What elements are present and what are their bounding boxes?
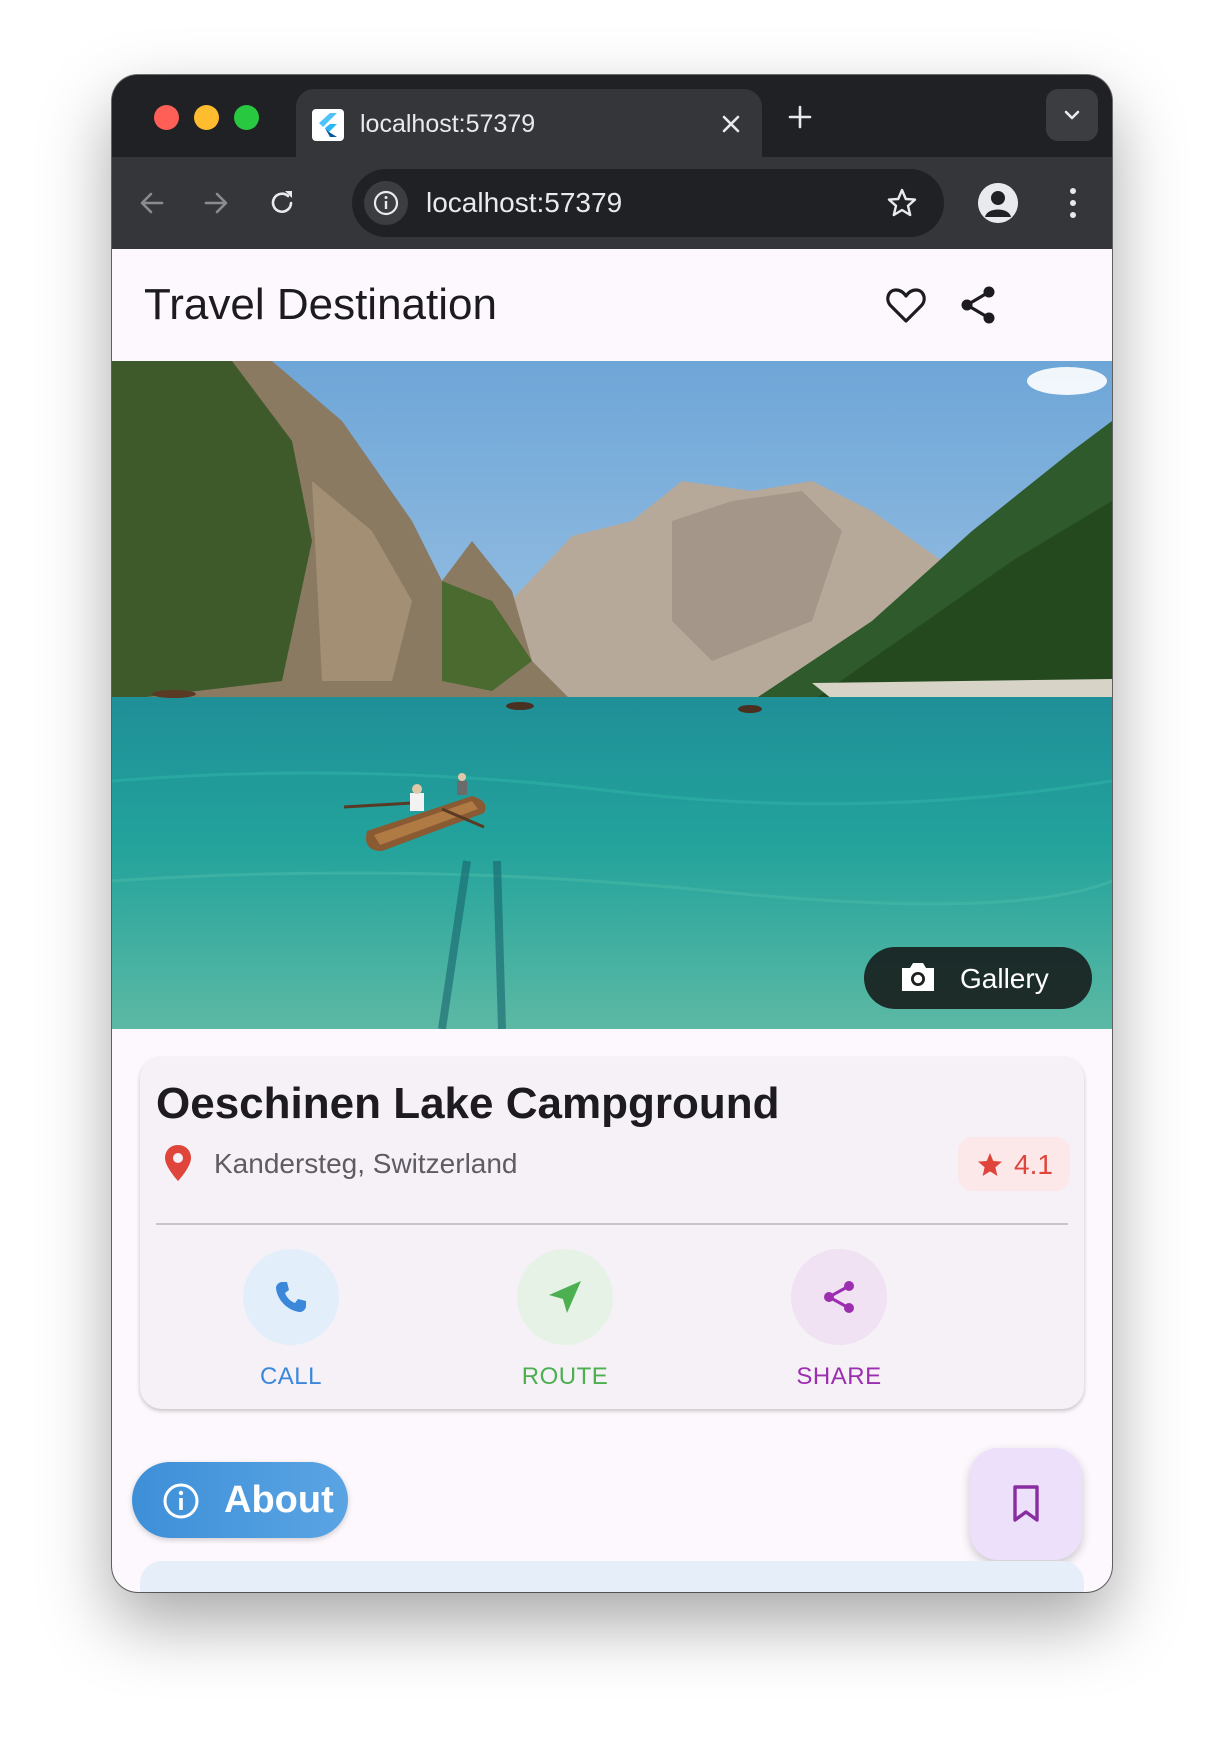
route-icon-circle — [517, 1249, 613, 1345]
forward-arrow-icon[interactable] — [198, 185, 234, 221]
navigation-arrow-icon — [549, 1281, 581, 1313]
info-icon — [373, 190, 399, 216]
about-section-card — [140, 1561, 1084, 1592]
gallery-label: Gallery — [960, 963, 1049, 994]
destination-details-card: Oeschinen Lake Campground Kandersteg, Sw… — [140, 1057, 1084, 1409]
page-title: Travel Destination — [144, 280, 497, 329]
share-label: SHARE — [796, 1363, 882, 1390]
tab-title: localhost:57379 — [360, 110, 536, 138]
call-button[interactable]: CALL — [186, 1249, 396, 1390]
bookmark-star-icon[interactable] — [886, 187, 918, 219]
call-icon-circle — [243, 1249, 339, 1345]
share-action-button[interactable]: SHARE — [734, 1249, 944, 1390]
address-bar[interactable]: localhost:57379 — [352, 169, 944, 237]
star-icon — [978, 1153, 1002, 1176]
close-tab-icon[interactable] — [720, 113, 742, 135]
route-button[interactable]: ROUTE — [460, 1249, 670, 1390]
browser-window: localhost:57379 localhost:57379 Travel D… — [112, 75, 1112, 1592]
route-label: ROUTE — [521, 1363, 609, 1390]
minimize-window-button[interactable] — [194, 105, 219, 130]
info-icon — [163, 1483, 199, 1519]
gallery-button[interactable]: Gallery — [864, 947, 1092, 1009]
tab-search-button[interactable] — [1046, 89, 1098, 141]
browser-toolbar: localhost:57379 — [112, 157, 1112, 249]
bookmark-fab[interactable] — [970, 1448, 1082, 1560]
reload-icon[interactable] — [264, 185, 300, 221]
rating-value: 4.1 — [1014, 1149, 1053, 1180]
location-pin-icon — [165, 1145, 191, 1181]
back-arrow-icon[interactable] — [134, 185, 170, 221]
divider — [156, 1223, 1068, 1225]
rating-badge: 4.1 — [958, 1137, 1070, 1191]
share-icon-circle — [791, 1249, 887, 1345]
site-info-button[interactable] — [364, 181, 408, 225]
chevron-down-icon — [1064, 110, 1080, 120]
destination-hero-image[interactable]: Gallery — [112, 361, 1112, 1029]
lake-mountain-photo — [112, 361, 1112, 1029]
about-button[interactable]: About — [132, 1462, 348, 1538]
new-tab-icon[interactable] — [786, 103, 814, 131]
maximize-window-button[interactable] — [234, 105, 259, 130]
share-icon — [824, 1281, 854, 1313]
phone-icon — [276, 1282, 306, 1312]
share-icon[interactable] — [954, 281, 1002, 329]
place-name: Oeschinen Lake Campground — [156, 1079, 780, 1128]
app-bar: Travel Destination — [112, 249, 1112, 361]
place-location: Kandersteg, Switzerland — [214, 1148, 518, 1179]
call-label: CALL — [259, 1363, 323, 1390]
close-window-button[interactable] — [154, 105, 179, 130]
about-label: About — [224, 1479, 334, 1521]
profile-avatar-icon[interactable] — [978, 183, 1018, 223]
browser-titlebar: localhost:57379 — [112, 75, 1112, 157]
flutter-favicon-icon — [312, 109, 344, 141]
bookmark-icon — [1013, 1485, 1039, 1522]
browser-tab[interactable]: localhost:57379 — [296, 89, 762, 157]
favorite-heart-icon[interactable] — [882, 281, 930, 329]
app-content: Travel Destination Gallery Oeschinen Lak… — [112, 249, 1112, 1592]
more-vert-icon[interactable] — [1068, 185, 1078, 221]
camera-icon — [902, 963, 934, 991]
url-text: localhost:57379 — [426, 187, 623, 218]
